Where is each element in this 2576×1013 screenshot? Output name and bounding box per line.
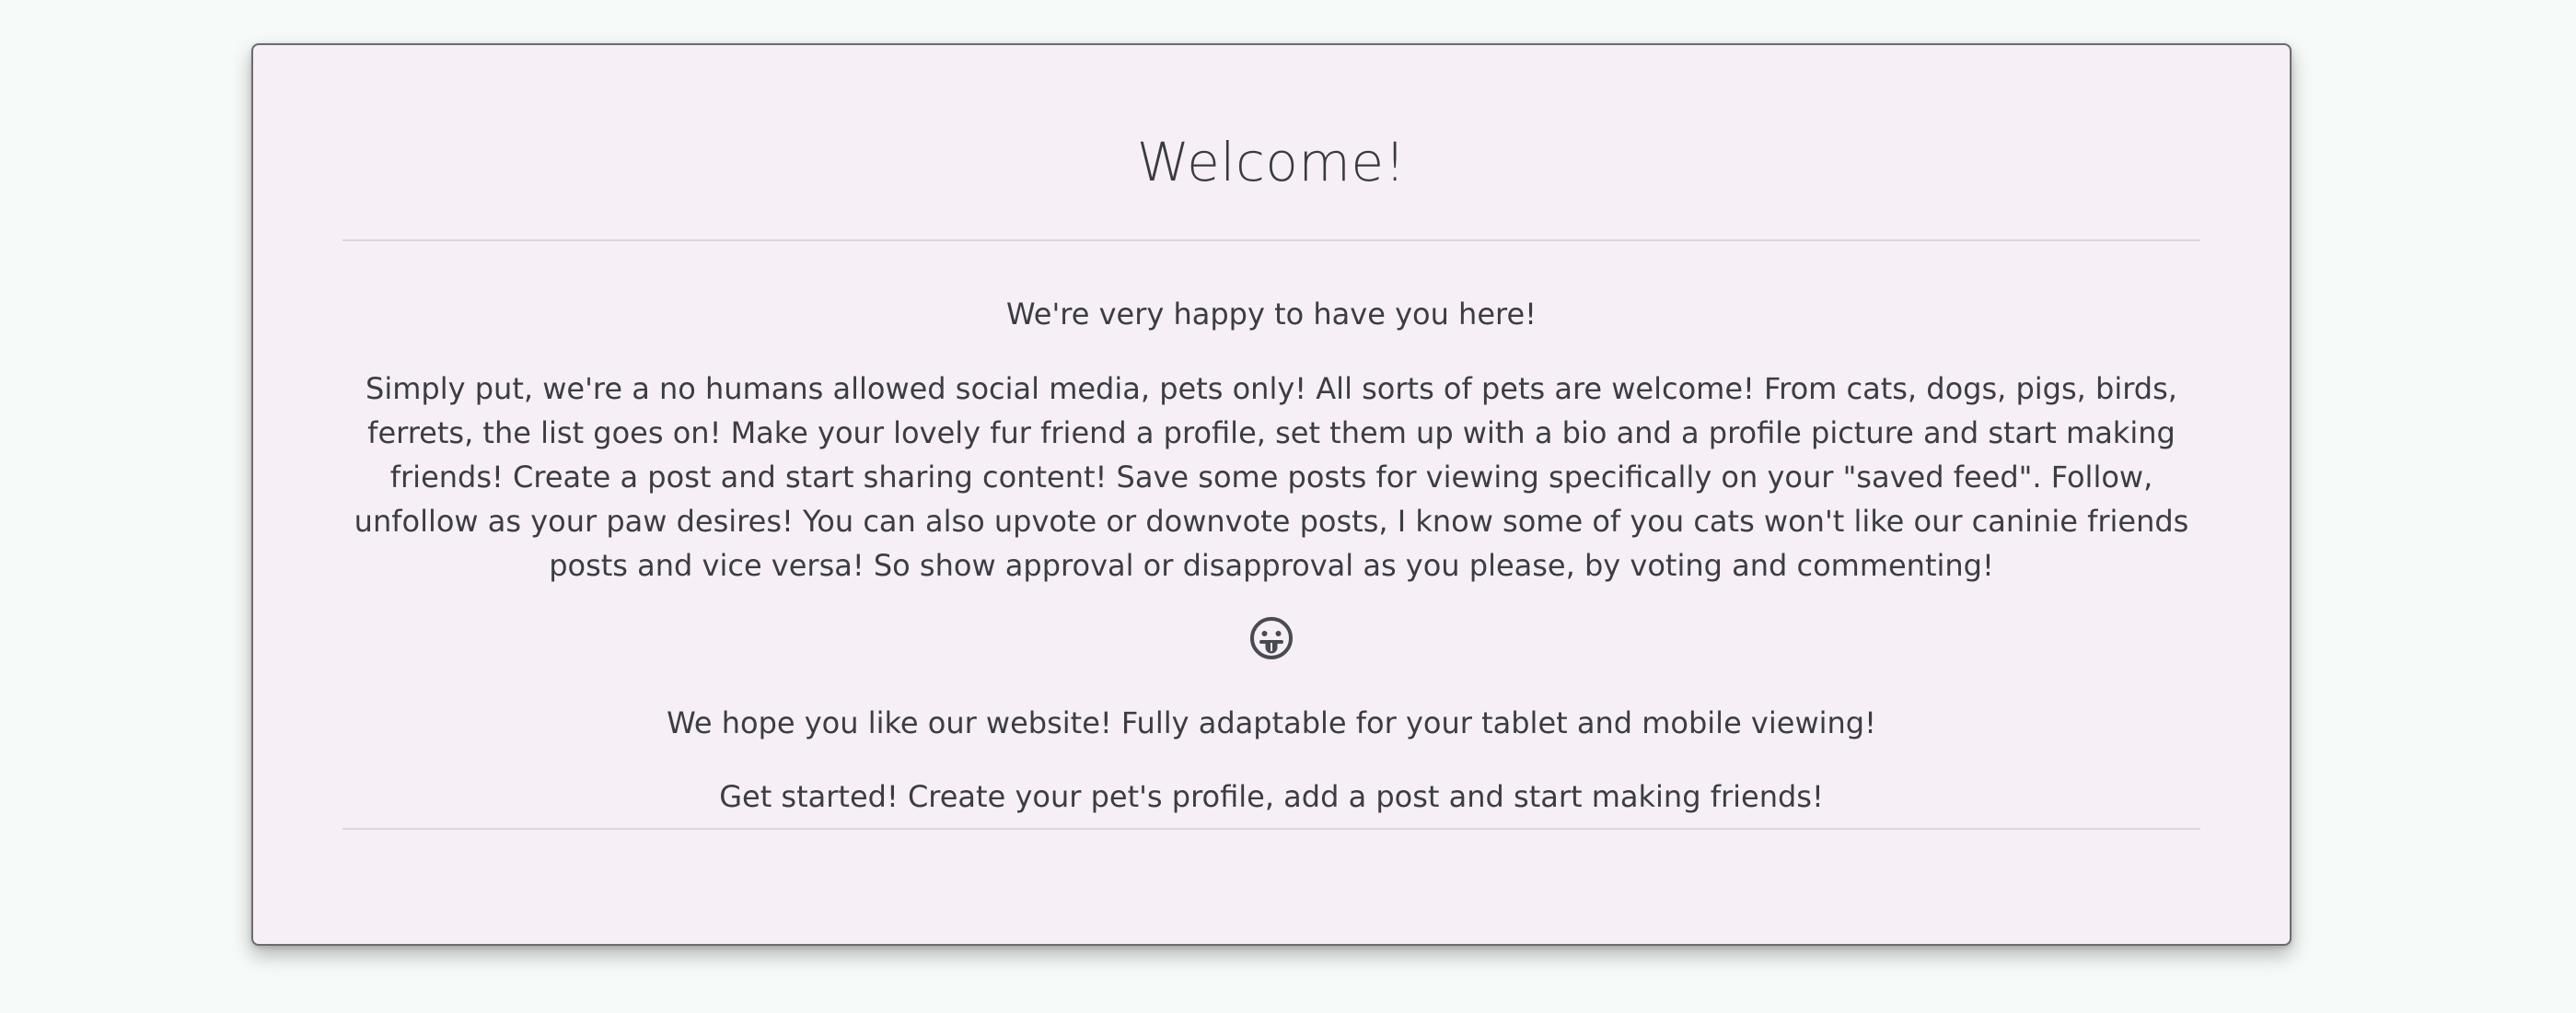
welcome-content: Welcome! We're very happy to have you he… <box>342 45 2200 944</box>
bottom-divider <box>342 828 2200 830</box>
face-with-tongue-icon <box>1250 617 1293 659</box>
top-divider <box>342 239 2200 241</box>
welcome-lead: We're very happy to have you here! <box>1006 297 1537 332</box>
welcome-description: Simply put, we're a no humans allowed so… <box>354 371 2189 583</box>
welcome-hope-text: We hope you like our website! Fully adap… <box>667 705 1876 740</box>
page-title: Welcome! <box>1136 131 1407 193</box>
get-started-text: Get started! Create your pet's profile, … <box>719 779 1824 814</box>
welcome-card: Welcome! We're very happy to have you he… <box>251 43 2292 946</box>
